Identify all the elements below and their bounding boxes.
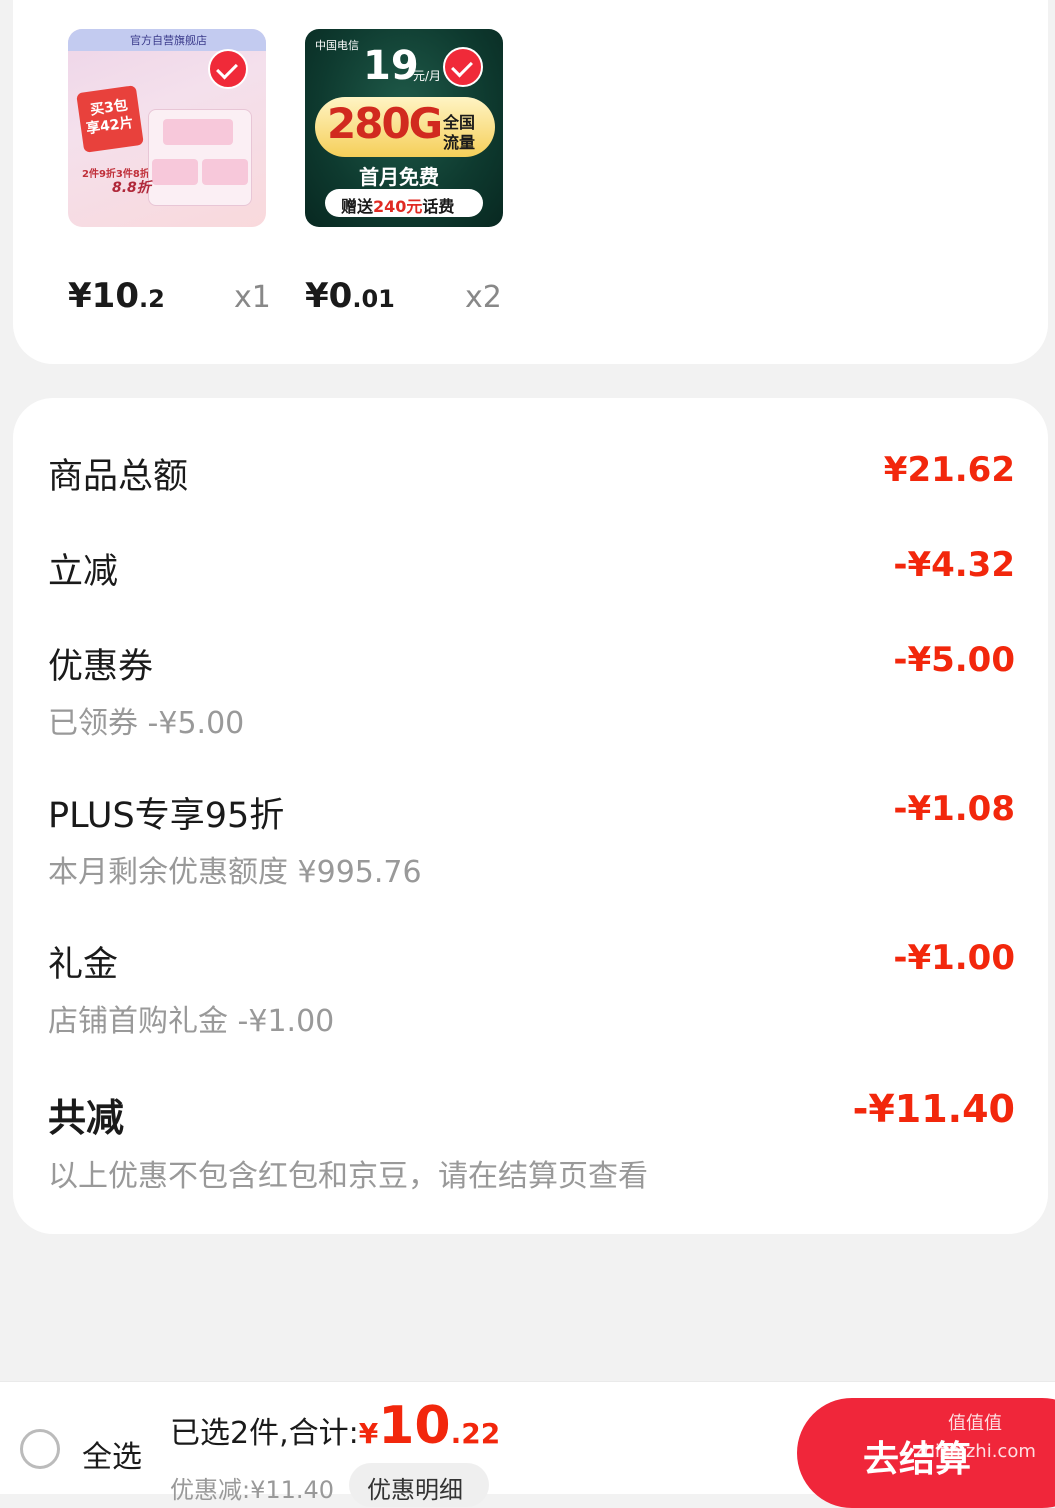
plus-discount-value: -¥1.08 [893,789,1015,829]
gift-text: 赠送240元话费 [341,193,454,217]
selected-check-icon[interactable] [443,47,483,87]
total-discount-label: 共减 [48,1096,125,1140]
subtotal-value: ¥21.62 [883,450,1015,490]
product-price-pads: ¥10.2 [68,276,165,316]
discount-details-button[interactable]: 优惠明细 [349,1463,489,1507]
price-dec: .2 [138,285,165,313]
total-dec: .22 [450,1417,501,1450]
total-currency: ¥ [358,1417,379,1450]
discount-tag: 8.8折 [112,180,151,196]
product-image-pads[interactable]: 官方自营旗舰店 买3包 享42片 2件9折3件8折 8.8折 [68,29,266,227]
price-int: ¥0 [305,276,353,316]
gift-money-sub: 店铺首购礼金 -¥1.00 [48,1004,335,1039]
discount-summary-card: 商品总额 ¥21.62 立减 -¥4.32 优惠券 -¥5.00 已领券 -¥5… [13,398,1048,1234]
selected-count-text: 已选2件,合计: [170,1416,359,1451]
cart-products-card: 官方自营旗舰店 买3包 享42片 2件9折3件8折 8.8折 中国电信 19 元… [13,0,1048,364]
price-dec: .01 [352,285,395,313]
gift-money-value: -¥1.00 [893,938,1015,978]
plan-price: 19 [363,43,419,89]
price-int: ¥10 [68,276,139,316]
total-discount-value: -¥11.40 [852,1087,1015,1131]
coupon-value: -¥5.00 [893,640,1015,680]
pack-2 [152,159,198,185]
selected-check-icon[interactable] [208,49,248,89]
watermark: 值值值 zhizhizhi.com [914,1413,1036,1462]
gift-money-label: 礼金 [48,945,119,985]
store-tag: 官方自营旗舰店 [130,34,207,47]
pack-3 [202,159,248,185]
product-image-sim-card[interactable]: 中国电信 19 元/月 280G 全国 流量 首月免费 赠送240元话费 [305,29,503,227]
discount-details-label: 优惠明细 [367,1476,463,1504]
product-qty-pads: x1 [234,280,271,315]
coupon-label: 优惠券 [48,647,154,687]
data-amount: 280G [327,99,443,148]
coupon-sub: 已领券 -¥5.00 [48,706,245,741]
pack-1 [163,119,233,145]
instant-discount-value: -¥4.32 [893,545,1015,585]
plus-discount-label: PLUS专享95折 [48,796,285,836]
plus-discount-sub: 本月剩余优惠额度 ¥995.76 [48,855,422,890]
discount-note: 以上优惠不包含红包和京豆，请在结算页查看 [48,1159,648,1194]
total-int: 10 [378,1396,451,1456]
first-month-free: 首月免费 [359,165,439,189]
product-qty-sim-card: x2 [465,280,502,315]
gift-text-suffix: 话费 [422,197,455,216]
product-price-sim-card: ¥0.01 [305,276,395,316]
subtotal-label: 商品总额 [48,457,189,497]
data-note-2: 流量 [443,133,476,152]
checkout-bar: 全选 已选2件,合计:¥10.22 优惠减:¥11.40 优惠明细 去结算 [0,1381,1055,1508]
plan-unit: 元/月 [413,69,442,83]
gift-amount: 240元 [373,197,423,216]
telecom-logo-text: 中国电信 [315,39,359,52]
discount-amount-text: 优惠减:¥11.40 [170,1476,335,1504]
select-all-radio[interactable] [20,1429,60,1469]
instant-discount-label: 立减 [48,552,119,592]
selected-summary: 已选2件,合计:¥10.22 [170,1396,500,1456]
gift-text-prefix: 赠送 [341,197,374,216]
select-all-label[interactable]: 全选 [82,1432,142,1476]
